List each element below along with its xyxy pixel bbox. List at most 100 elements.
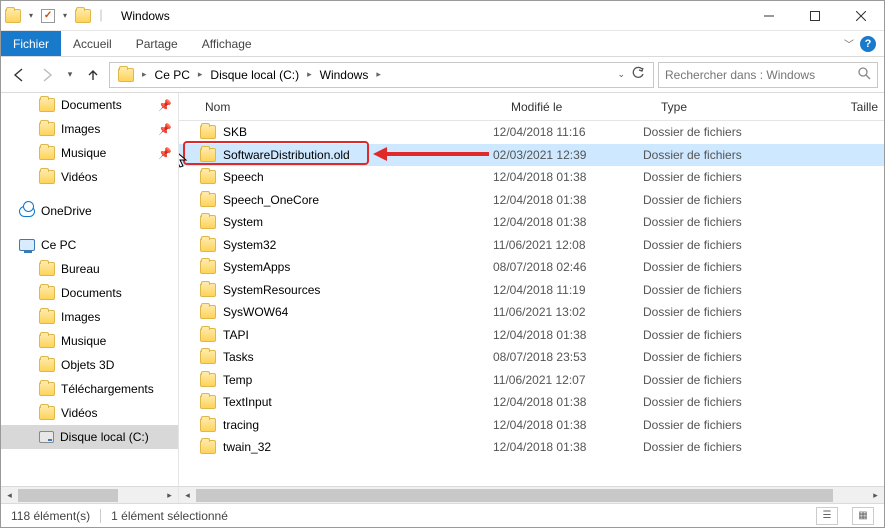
table-row[interactable]: TAPI12/04/2018 01:38Dossier de fichiers [179, 324, 884, 347]
table-row[interactable]: SKB12/04/2018 11:16Dossier de fichiers [179, 121, 884, 144]
folder-icon [39, 286, 55, 300]
file-modified: 12/04/2018 01:38 [487, 193, 637, 207]
qat-dropdown[interactable]: ▾ [25, 11, 37, 20]
navpane-label: Téléchargements [61, 382, 154, 396]
navigation-bar: ▾ ▸ Ce PC ▸ Disque local (C:) ▸ Windows … [1, 57, 884, 93]
file-modified: 12/04/2018 01:38 [487, 328, 637, 342]
close-button[interactable] [838, 2, 884, 30]
table-row[interactable]: Speech_OneCore12/04/2018 01:38Dossier de… [179, 189, 884, 212]
folder-icon [39, 262, 55, 276]
scroll-thumb[interactable] [196, 489, 833, 502]
tab-view[interactable]: Affichage [190, 31, 264, 56]
file-type: Dossier de fichiers [637, 440, 787, 454]
scroll-thumb[interactable] [18, 489, 118, 502]
table-row[interactable]: tracing12/04/2018 01:38Dossier de fichie… [179, 414, 884, 437]
folder-icon [200, 305, 216, 319]
col-modified[interactable]: Modifié le [505, 100, 655, 114]
maximize-button[interactable] [792, 2, 838, 30]
breadcrumb-windows[interactable]: Windows [316, 68, 373, 82]
recent-dropdown[interactable]: ▾ [63, 63, 77, 87]
col-type[interactable]: Type [655, 100, 805, 114]
help-icon[interactable]: ? [860, 36, 876, 52]
navpane-documents2[interactable]: Documents [1, 281, 178, 305]
search-input[interactable] [665, 68, 857, 82]
folder-icon [200, 350, 216, 364]
navpane-videos2[interactable]: Vidéos [1, 401, 178, 425]
file-modified: 12/04/2018 11:16 [487, 125, 637, 139]
search-icon[interactable] [857, 66, 871, 83]
navpane-bureau[interactable]: Bureau [1, 257, 178, 281]
view-thumbnails-button[interactable]: ▦ [852, 507, 874, 525]
col-name[interactable]: Nom [199, 100, 505, 114]
table-row[interactable]: SysWOW6411/06/2021 13:02Dossier de fichi… [179, 301, 884, 324]
tab-file[interactable]: Fichier [1, 31, 61, 56]
navpane-label: Ce PC [41, 238, 76, 252]
back-button[interactable] [7, 63, 31, 87]
search-box[interactable] [658, 62, 878, 88]
address-dropdown-icon[interactable]: ⌄ [617, 69, 625, 80]
navpane-videos[interactable]: Vidéos [1, 165, 178, 189]
pin-icon: 📌 [158, 99, 172, 112]
folder-icon [39, 98, 55, 112]
up-button[interactable] [81, 63, 105, 87]
navpane-images2[interactable]: Images [1, 305, 178, 329]
status-item-count: 118 élément(s) [11, 509, 90, 523]
file-modified: 12/04/2018 01:38 [487, 215, 637, 229]
table-row[interactable]: Speech12/04/2018 01:38Dossier de fichier… [179, 166, 884, 189]
chevron-right-icon[interactable]: ▸ [140, 69, 149, 80]
folder-icon [200, 373, 216, 387]
chevron-right-icon[interactable]: ▸ [374, 69, 383, 80]
table-row[interactable]: SystemResources12/04/2018 11:19Dossier d… [179, 279, 884, 302]
navpane-musique[interactable]: Musique📌 [1, 141, 178, 165]
navpane-documents[interactable]: Documents📌 [1, 93, 178, 117]
col-size[interactable]: Taille [805, 100, 884, 114]
pin-icon: 📌 [158, 147, 172, 160]
qat-dropdown-2[interactable]: ▾ [59, 11, 71, 20]
scroll-right-icon[interactable]: ▸ [161, 487, 178, 504]
file-name: Speech_OneCore [223, 193, 487, 207]
table-row[interactable]: Tasks08/07/2018 23:53Dossier de fichiers [179, 346, 884, 369]
folder-icon [39, 122, 55, 136]
disk-icon [39, 431, 54, 443]
table-row[interactable]: System12/04/2018 01:38Dossier de fichier… [179, 211, 884, 234]
navpane-telechargements[interactable]: Téléchargements [1, 377, 178, 401]
scroll-left-icon[interactable]: ◂ [179, 487, 196, 504]
view-details-button[interactable]: ☰ [816, 507, 838, 525]
file-modified: 11/06/2021 13:02 [487, 305, 637, 319]
navpane-onedrive[interactable]: OneDrive [1, 199, 178, 223]
file-type: Dossier de fichiers [637, 305, 787, 319]
table-row[interactable]: twain_3212/04/2018 01:38Dossier de fichi… [179, 436, 884, 459]
file-type: Dossier de fichiers [637, 395, 787, 409]
navpane-label: Disque local (C:) [60, 430, 149, 444]
listview-scrollbar[interactable]: ◂ ▸ [179, 486, 884, 503]
file-type: Dossier de fichiers [637, 373, 787, 387]
qat-properties-button[interactable]: ✓ [41, 9, 55, 23]
ribbon-expand-icon[interactable]: ﹀ [844, 36, 854, 51]
chevron-right-icon[interactable]: ▸ [305, 69, 314, 80]
tab-share[interactable]: Partage [124, 31, 190, 56]
table-row[interactable]: SoftwareDistribution.old02/03/2021 12:39… [179, 144, 884, 167]
navpane-scrollbar[interactable]: ◂ ▸ [1, 486, 178, 503]
file-name: Temp [223, 373, 487, 387]
refresh-icon[interactable] [631, 66, 645, 83]
table-row[interactable]: Temp11/06/2021 12:07Dossier de fichiers [179, 369, 884, 392]
folder-icon [200, 328, 216, 342]
minimize-button[interactable] [746, 2, 792, 30]
tab-home[interactable]: Accueil [61, 31, 124, 56]
navpane-disque-c[interactable]: Disque local (C:) [1, 425, 178, 449]
breadcrumb-disk[interactable]: Disque local (C:) [206, 68, 303, 82]
table-row[interactable]: SystemApps08/07/2018 02:46Dossier de fic… [179, 256, 884, 279]
navpane-images[interactable]: Images📌 [1, 117, 178, 141]
scroll-left-icon[interactable]: ◂ [1, 487, 18, 504]
breadcrumb-cepc[interactable]: Ce PC [151, 68, 194, 82]
table-row[interactable]: System3211/06/2021 12:08Dossier de fichi… [179, 234, 884, 257]
navpane-objets3d[interactable]: Objets 3D [1, 353, 178, 377]
address-bar[interactable]: ▸ Ce PC ▸ Disque local (C:) ▸ Windows ▸ … [109, 62, 654, 88]
table-row[interactable]: TextInput12/04/2018 01:38Dossier de fich… [179, 391, 884, 414]
navpane-cepc[interactable]: Ce PC [1, 233, 178, 257]
forward-button[interactable] [35, 63, 59, 87]
scroll-right-icon[interactable]: ▸ [867, 487, 884, 504]
navpane-musique2[interactable]: Musique [1, 329, 178, 353]
folder-icon [118, 68, 134, 82]
chevron-right-icon[interactable]: ▸ [196, 69, 205, 80]
